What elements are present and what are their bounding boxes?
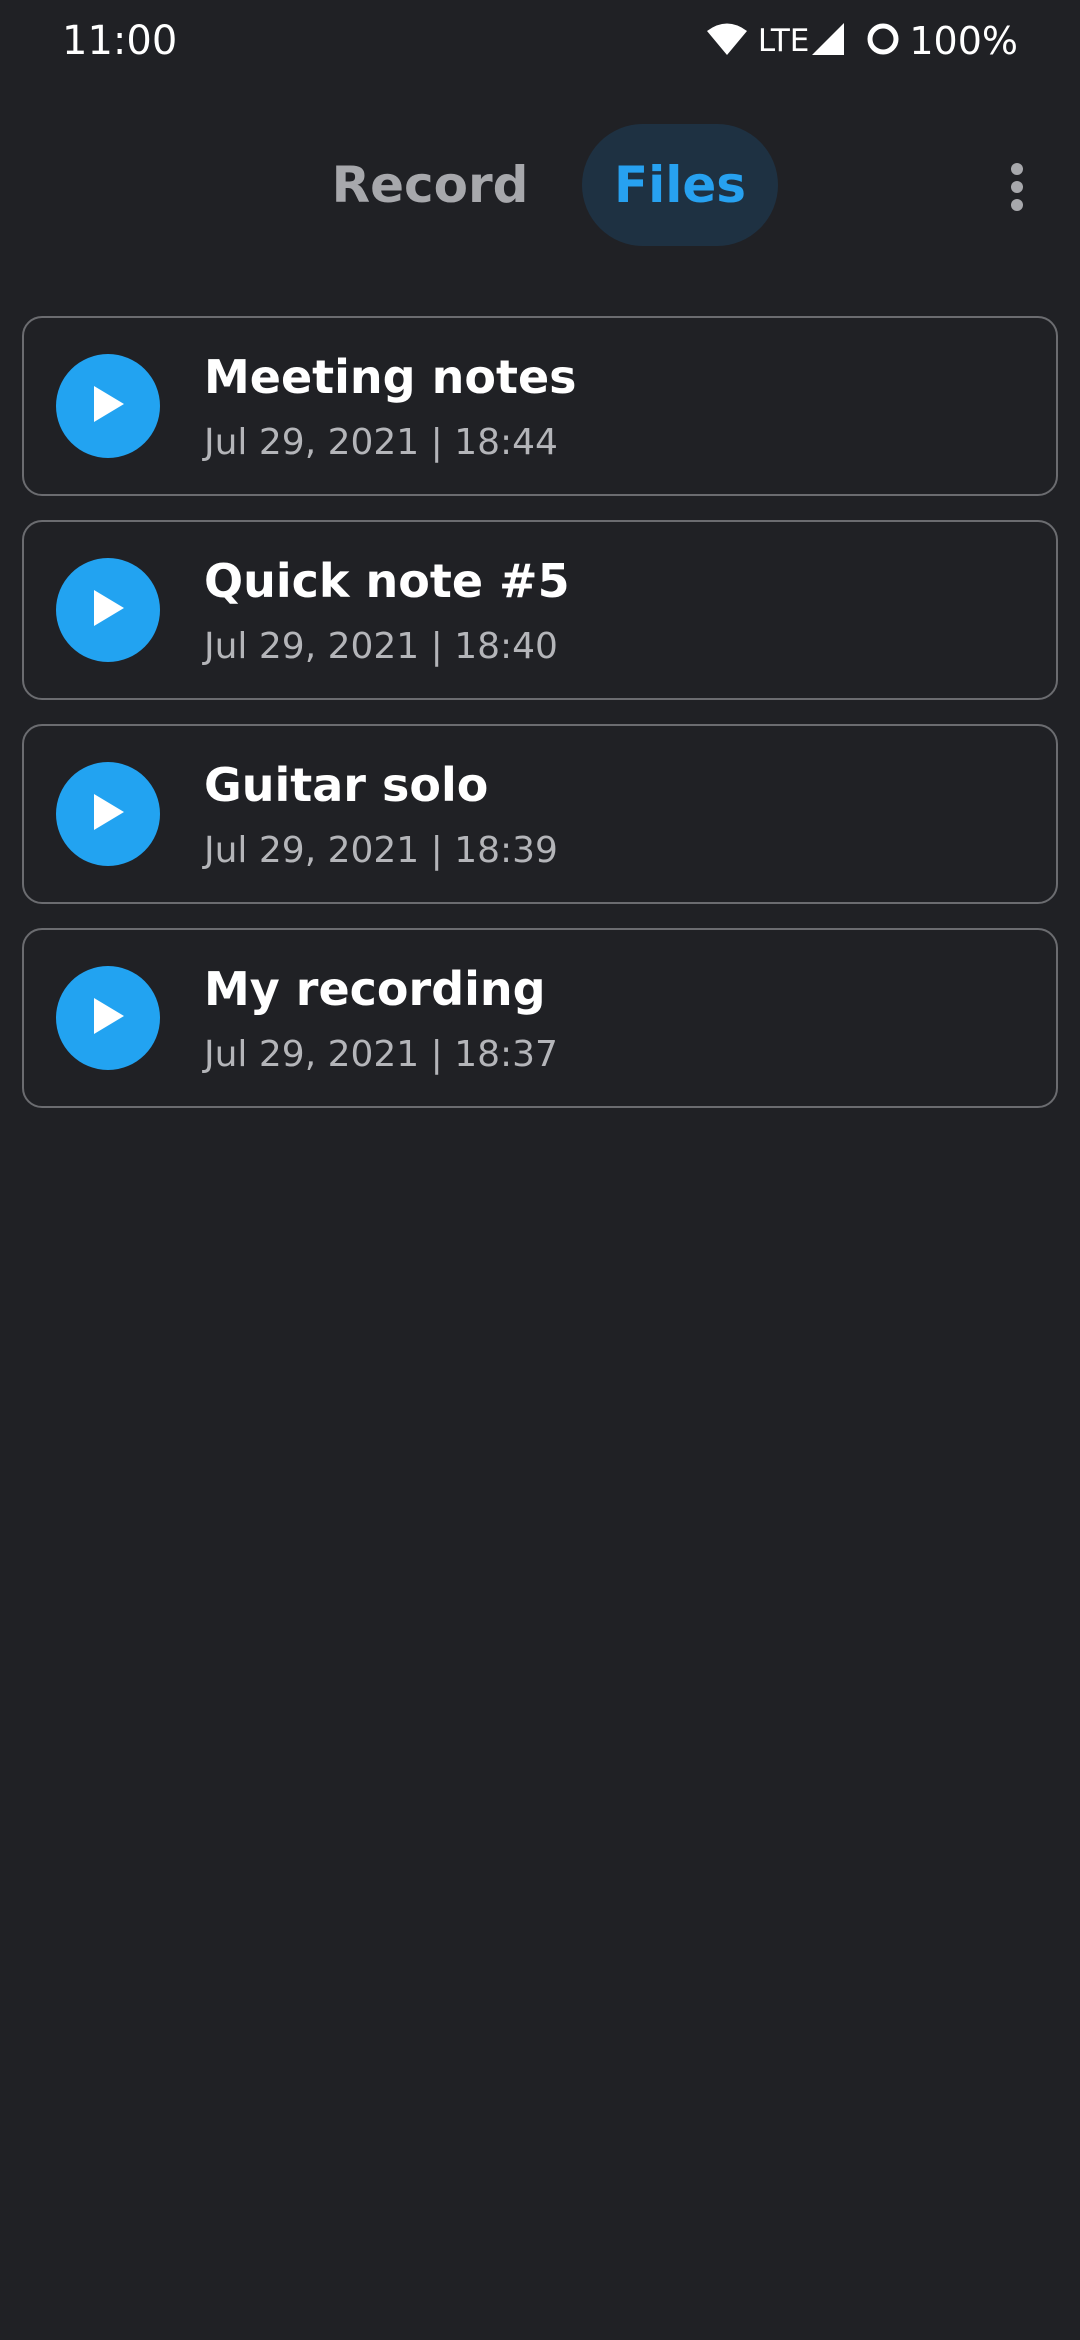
list-item[interactable]: Meeting notes Jul 29, 2021 | 18:44 [22,316,1058,496]
recording-timestamp: Jul 29, 2021 | 18:39 [204,830,558,871]
more-vert-icon [1010,162,1024,216]
tab-files[interactable]: Files [582,124,778,246]
recording-title: My recording [204,962,546,1016]
play-icon [90,792,126,836]
list-item[interactable]: Guitar solo Jul 29, 2021 | 18:39 [22,724,1058,904]
recordings-list: Meeting notes Jul 29, 2021 | 18:44 Quick… [22,316,1058,1132]
recording-timestamp: Jul 29, 2021 | 18:40 [204,626,558,667]
status-bar: 11:00 LTE 100% [0,0,1080,84]
recording-timestamp: Jul 29, 2021 | 18:44 [204,422,558,463]
play-button[interactable] [56,966,160,1070]
recording-timestamp: Jul 29, 2021 | 18:37 [204,1034,558,1075]
battery-ring-icon [865,21,901,61]
recording-title: Guitar solo [204,758,489,812]
recording-title: Quick note #5 [204,554,570,608]
wifi-icon [706,22,748,60]
recording-title: Meeting notes [204,350,577,404]
play-icon [90,996,126,1040]
list-item[interactable]: My recording Jul 29, 2021 | 18:37 [22,928,1058,1108]
play-icon [90,384,126,428]
more-options-button[interactable] [982,144,1052,234]
top-tab-bar: Record Files [0,120,1080,250]
play-button[interactable] [56,762,160,866]
play-button[interactable] [56,354,160,458]
signal-icon [811,22,845,60]
network-type: LTE [757,23,810,59]
play-icon [90,588,126,632]
battery-percent: 100% [909,19,1018,63]
list-item[interactable]: Quick note #5 Jul 29, 2021 | 18:40 [22,520,1058,700]
status-time: 11:00 [62,18,178,64]
play-button[interactable] [56,558,160,662]
tab-record[interactable]: Record [318,124,542,246]
files-screen: 11:00 LTE 100% Record Files Meeting note… [0,0,1080,2340]
status-icons: LTE 100% [706,14,1018,68]
